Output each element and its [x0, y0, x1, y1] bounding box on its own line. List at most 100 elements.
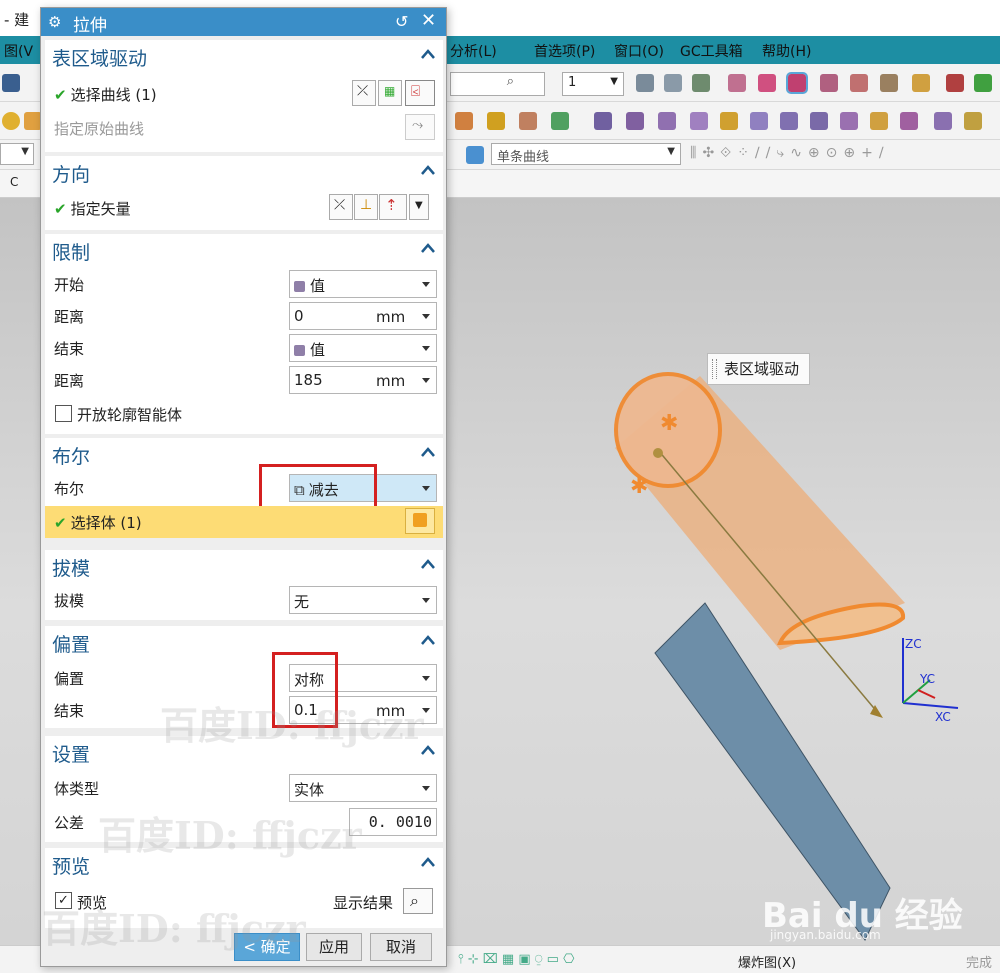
section-preview-title: 预览 [52, 856, 91, 878]
select-body-row[interactable]: ✔ 选择体 (1) [45, 506, 443, 538]
chevron-up-icon[interactable] [421, 743, 435, 757]
move-layer-icon[interactable] [664, 74, 682, 92]
body-type-select[interactable]: 实体 [289, 774, 437, 802]
dialog-title-bar[interactable]: ⚙ 拉伸 ↺ ✕ [41, 8, 446, 36]
limit-start-select[interactable]: 值 [289, 270, 437, 298]
selection-scope-icon[interactable] [466, 146, 484, 164]
chevron-up-icon[interactable] [421, 557, 435, 571]
feature-icon-5[interactable] [594, 112, 612, 130]
copy-layer-icon[interactable] [692, 74, 710, 92]
specify-original-row[interactable]: 指定原始曲线 ⤳ [45, 112, 443, 144]
section-boolean-header[interactable]: 布尔 [45, 438, 443, 470]
apply-button[interactable]: 应用 [306, 933, 362, 961]
feature-icon-10[interactable] [750, 112, 768, 130]
limit-end-distance-field[interactable]: 185 mm [289, 366, 437, 394]
feature-icon-14[interactable] [870, 112, 888, 130]
section-curve-header[interactable]: 表区域驱动 [45, 40, 443, 72]
feature-icon-9[interactable] [720, 112, 738, 130]
offset-end-label: 结束 [54, 702, 85, 720]
menu-view[interactable]: 图(V [4, 41, 33, 61]
draft-select[interactable]: 无 [289, 586, 437, 614]
menu-analysis[interactable]: 分析(L) [450, 41, 497, 61]
wcs-rotate-icon[interactable] [786, 72, 808, 94]
open-profile-checkbox[interactable] [55, 405, 72, 422]
layer-icon[interactable] [636, 74, 654, 92]
view-icon[interactable] [880, 74, 898, 92]
wcs-set-icon[interactable] [850, 74, 868, 92]
arrow-icon[interactable] [946, 74, 964, 92]
menu-preferences[interactable]: 首选项(P) [534, 41, 595, 61]
ok-button[interactable]: < 确定 > [234, 933, 300, 966]
chevron-up-icon[interactable] [421, 445, 435, 459]
reset-icon[interactable]: ↺ [395, 12, 408, 31]
feature-icon-11[interactable] [780, 112, 798, 130]
feature-icon-7[interactable] [658, 112, 676, 130]
chevron-down-icon [422, 598, 430, 603]
more-icon[interactable] [974, 74, 992, 92]
show-result-button[interactable]: ⌕ [403, 888, 433, 914]
limit-start-distance-row: 距离 0 mm [45, 300, 443, 332]
feature-icon-3[interactable] [519, 112, 537, 130]
wcs-orient-icon[interactable] [820, 74, 838, 92]
section-offset-header[interactable]: 偏置 [45, 626, 443, 658]
menu-help[interactable]: 帮助(H) [762, 41, 811, 61]
cube-icon[interactable] [405, 508, 435, 534]
section-preview-header[interactable]: 预览 [45, 848, 443, 880]
open-profile-row[interactable]: 开放轮廓智能体 [45, 398, 443, 430]
specify-vector-row[interactable]: ✔ 指定矢量 ⤫ ⊥ ⇡ ▼ [45, 192, 443, 224]
chevron-up-icon[interactable] [421, 163, 435, 177]
feature-icon-2[interactable] [487, 112, 505, 130]
save-icon[interactable] [2, 74, 20, 92]
curve-rule-icon[interactable]: ⤫ [352, 80, 376, 106]
chevron-up-icon[interactable] [421, 47, 435, 61]
select-curve-row[interactable]: ✔ 选择曲线 (1) ⤫ ▦ ⍃ [45, 78, 443, 110]
feature-icon-6[interactable] [626, 112, 644, 130]
reverse-direction-icon[interactable]: ⤫ [329, 194, 353, 220]
filter-select[interactable]: ▼ [0, 143, 34, 165]
feature-icon-8[interactable] [690, 112, 708, 130]
feature-icon-15[interactable] [900, 112, 918, 130]
find-field[interactable]: ⌕ [450, 72, 545, 96]
section-curve-icon[interactable]: ⍃ [405, 80, 435, 106]
menu-window[interactable]: 窗口(O) [614, 41, 664, 61]
feature-icon-12[interactable] [810, 112, 828, 130]
section-settings-header[interactable]: 设置 [45, 736, 443, 768]
section-preview: 预览 ✓ 预览 显示结果 ⌕ [45, 848, 443, 928]
tolerance-field[interactable]: 0. 0010 [349, 808, 437, 836]
feature-icon-1[interactable] [455, 112, 473, 130]
sketch-icon[interactable]: ▦ [378, 80, 402, 106]
feature-icon-13[interactable] [840, 112, 858, 130]
chevron-up-icon[interactable] [421, 855, 435, 869]
exploded-view-menu[interactable]: 爆炸图(X) [738, 952, 796, 971]
limit-end-select[interactable]: 值 [289, 334, 437, 362]
sphere-icon[interactable] [2, 112, 20, 130]
feature-icon-17[interactable] [964, 112, 982, 130]
limit-start-distance-field[interactable]: 0 mm [289, 302, 437, 330]
inferred-vector-icon[interactable]: ⇡ [379, 194, 407, 220]
vector-dropdown[interactable]: ▼ [409, 194, 429, 220]
wcs-dynamic-icon[interactable] [758, 74, 776, 92]
preview-checkbox[interactable]: ✓ [55, 892, 72, 909]
layer-number-select[interactable]: 1 ▼ [562, 72, 624, 96]
bottom-icons[interactable]: ⫯ ⊹ ⌧ ▦ ▣ ⍜ ▭ ⎔ [458, 952, 574, 967]
section-draft-header[interactable]: 拔模 [45, 550, 443, 582]
snap-point-icons[interactable]: ⫼✣⟐⁘∕∕⤷∿⊕⊙⊕+∕ [690, 145, 890, 161]
close-icon[interactable]: ✕ [421, 10, 436, 31]
feature-icon-16[interactable] [934, 112, 952, 130]
chevron-up-icon[interactable] [421, 633, 435, 647]
vector-dialog-icon[interactable]: ⊥ [354, 194, 378, 220]
section-limits-header[interactable]: 限制 [45, 234, 443, 266]
original-curve-icon[interactable]: ⤳ [405, 114, 435, 140]
display-icon[interactable] [912, 74, 930, 92]
cancel-button[interactable]: 取消 [370, 933, 432, 961]
curve-rule-select[interactable]: 单条曲线 ▼ [491, 143, 681, 165]
gear-icon[interactable]: ⚙ [48, 13, 61, 31]
menu-gc-toolbox[interactable]: GC工具箱 [680, 41, 743, 61]
chevron-up-icon[interactable] [421, 241, 435, 255]
wcs-origin-icon[interactable] [728, 74, 746, 92]
feature-icon-4[interactable] [551, 112, 569, 130]
section-direction-header[interactable]: 方向 [45, 156, 443, 188]
select-curve-label: 选择曲线 (1) [70, 86, 157, 104]
finish-button[interactable]: 完成 [966, 952, 992, 971]
body-type-row: 体类型 实体 [45, 772, 443, 804]
